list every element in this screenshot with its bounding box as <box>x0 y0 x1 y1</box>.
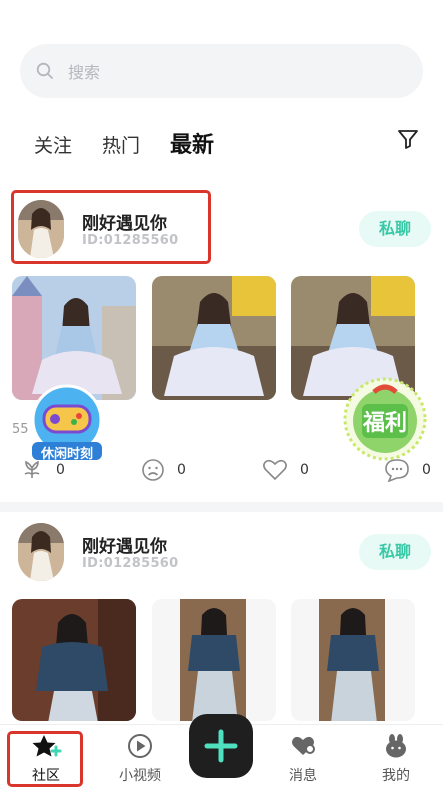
nav-short-video[interactable]: 小视频 <box>105 733 175 785</box>
search-bar[interactable]: 搜索 <box>20 44 423 98</box>
sad-face-icon <box>142 459 164 481</box>
heart-action[interactable]: 0 <box>262 458 309 482</box>
play-icon <box>128 734 152 758</box>
private-chat-button[interactable]: 私聊 <box>359 211 431 247</box>
dislike-action[interactable]: 0 <box>141 458 186 482</box>
search-placeholder: 搜索 <box>68 63 101 82</box>
nav-mine-label: 我的 <box>382 768 410 784</box>
leisure-game-badge[interactable]: 休闲时刻 <box>24 380 110 466</box>
highlight-box <box>11 190 211 264</box>
welfare-badge[interactable]: 福利 <box>340 374 430 464</box>
nav-messages[interactable]: 消息 <box>268 733 338 785</box>
nav-mine[interactable]: 我的 <box>361 733 431 785</box>
username[interactable]: 刚好遇见你 <box>82 532 167 557</box>
post-photo[interactable] <box>12 599 136 721</box>
post-divider <box>0 502 443 512</box>
feed-tabs: 关注 热门 最新 <box>34 124 244 160</box>
message-heart-icon <box>292 736 315 755</box>
post-photo[interactable] <box>152 276 276 400</box>
filter-icon[interactable] <box>396 127 420 151</box>
nav-short-video-label: 小视频 <box>119 768 161 784</box>
user-id: ID:01285560 <box>82 556 179 571</box>
highlight-box <box>7 731 83 787</box>
tab-following[interactable]: 关注 <box>34 132 72 160</box>
plus-icon <box>204 729 238 763</box>
profile-bunny-icon <box>386 734 406 758</box>
private-chat-button[interactable]: 私聊 <box>359 534 431 570</box>
post-photo[interactable] <box>291 599 415 721</box>
tab-latest[interactable]: 最新 <box>170 132 214 160</box>
avatar[interactable] <box>18 523 64 581</box>
heart-count: 0 <box>300 462 309 478</box>
post-photo[interactable] <box>152 599 276 721</box>
leisure-badge-label: 休闲时刻 <box>40 447 93 462</box>
create-post-button[interactable] <box>189 714 253 778</box>
dislike-count: 0 <box>177 462 186 478</box>
search-icon <box>36 62 53 79</box>
comment-count: 0 <box>422 462 431 478</box>
welfare-badge-label: 福利 <box>362 411 407 436</box>
tab-hot[interactable]: 热门 <box>102 132 140 160</box>
heart-icon <box>263 459 287 481</box>
nav-messages-label: 消息 <box>289 768 317 784</box>
